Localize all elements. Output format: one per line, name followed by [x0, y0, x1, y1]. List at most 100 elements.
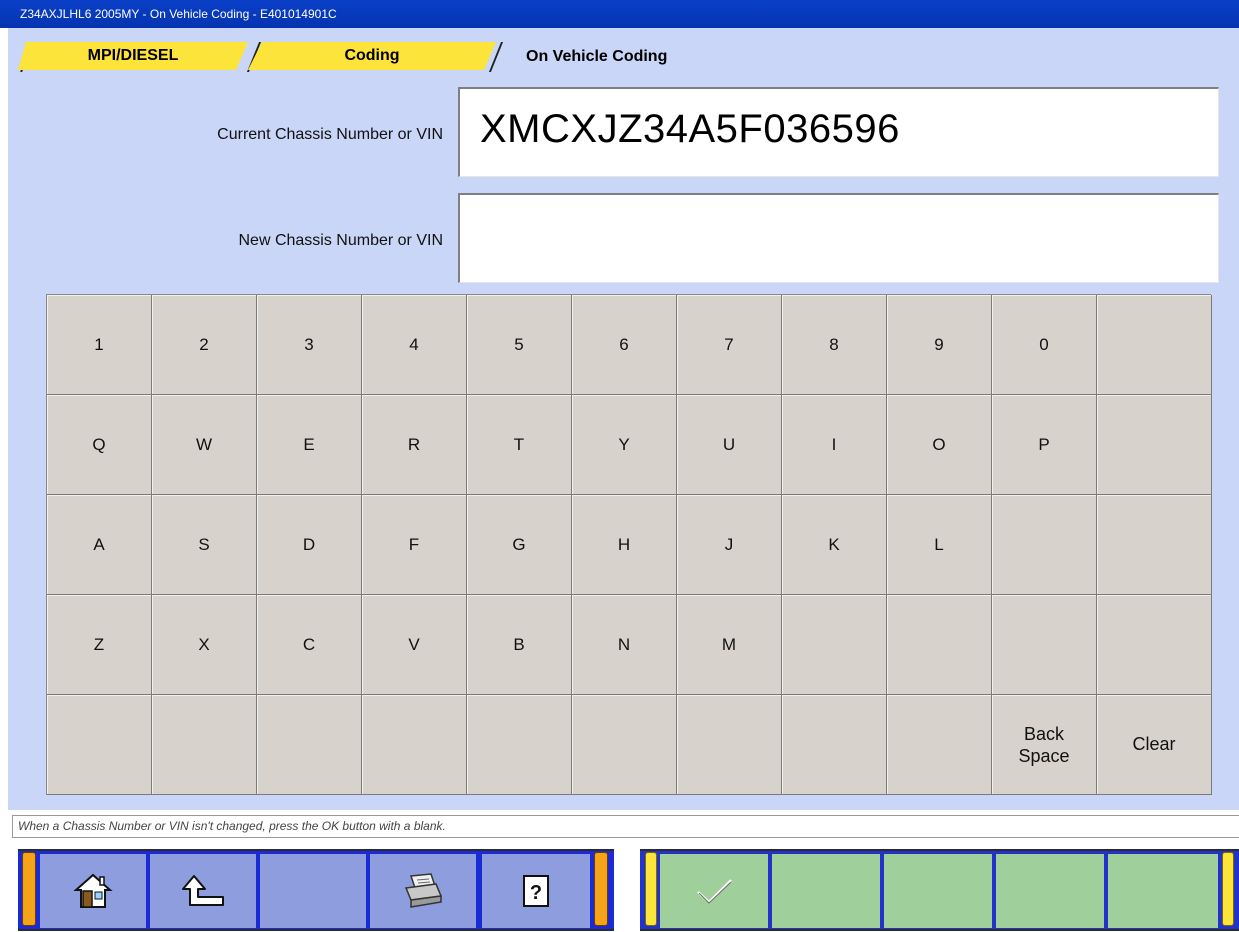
key-q[interactable]: Q: [47, 395, 152, 495]
home-icon: [73, 871, 113, 911]
svg-text:?: ?: [530, 882, 542, 904]
new-vin-input[interactable]: [458, 193, 1219, 283]
key-6[interactable]: 6: [572, 295, 677, 395]
key-blank[interactable]: [887, 595, 992, 695]
title-screen: On Vehicle Coding: [149, 7, 250, 21]
key-label: N: [617, 634, 631, 654]
key-blank[interactable]: [572, 695, 677, 795]
key-blank[interactable]: [992, 495, 1097, 595]
function-button-3[interactable]: [884, 854, 994, 928]
key-s[interactable]: S: [152, 495, 257, 595]
key-label: K: [828, 534, 840, 554]
key-c[interactable]: C: [257, 595, 362, 695]
tab-on-vehicle-coding: On Vehicle Coding: [526, 48, 668, 65]
key-5[interactable]: 5: [467, 295, 572, 395]
key-label: P: [1038, 434, 1050, 454]
new-vin-label: New Chassis Number or VIN: [238, 232, 444, 249]
key-p[interactable]: P: [992, 395, 1097, 495]
print-button[interactable]: [370, 854, 478, 928]
key-label: 3: [304, 334, 314, 354]
key-label: L: [934, 534, 944, 554]
key-blank[interactable]: [257, 695, 362, 795]
key-k[interactable]: K: [782, 495, 887, 595]
key-y[interactable]: Y: [572, 395, 677, 495]
key-w[interactable]: W: [152, 395, 257, 495]
key-label: 9: [934, 334, 944, 354]
title-model: Z34AXJLHL6 2005MY: [20, 7, 140, 21]
key-blank[interactable]: [362, 695, 467, 795]
key-blank[interactable]: [1097, 595, 1212, 695]
key-blank[interactable]: [467, 695, 572, 795]
key-label: R: [407, 434, 421, 454]
key-blank[interactable]: [1097, 295, 1212, 395]
current-vin-value: XMCXJZ34A5F036596: [480, 107, 900, 151]
tab-coding[interactable]: Coding: [248, 42, 496, 70]
key-0[interactable]: 0: [992, 295, 1097, 395]
key-blank[interactable]: [152, 695, 257, 795]
toolbar-blank-button[interactable]: [260, 854, 368, 928]
key-e[interactable]: E: [257, 395, 362, 495]
printer-icon: [403, 872, 443, 910]
key-label: X: [198, 634, 210, 654]
on-screen-keypad: 1 2 3 4 5 6 7 8 9 0 Q W E R T Y U I O P A S D F G H J K L Z X C V B N M Back…: [46, 294, 1212, 795]
key-g[interactable]: G: [467, 495, 572, 595]
key-label: Q: [92, 434, 106, 454]
key-v[interactable]: V: [362, 595, 467, 695]
key-8[interactable]: 8: [782, 295, 887, 395]
key-i[interactable]: I: [782, 395, 887, 495]
current-vin-label: Current Chassis Number or VIN: [217, 126, 443, 143]
toolbar-cap: [594, 852, 608, 926]
key-o[interactable]: O: [887, 395, 992, 495]
key-b[interactable]: B: [467, 595, 572, 695]
title-ecu-code: E401014901C: [259, 7, 337, 21]
help-button[interactable]: ?: [482, 854, 592, 928]
key-blank[interactable]: [677, 695, 782, 795]
function-button-2[interactable]: [772, 854, 882, 928]
key-9[interactable]: 9: [887, 295, 992, 395]
key-blank[interactable]: [1097, 495, 1212, 595]
home-button[interactable]: [40, 854, 148, 928]
key-label: 2: [199, 334, 209, 354]
clear-key[interactable]: Clear: [1097, 695, 1212, 795]
key-label: 0: [1039, 334, 1049, 354]
breadcrumb: MPI/DIESEL Coding On Vehicle Coding: [8, 42, 1239, 72]
key-m[interactable]: M: [677, 595, 782, 695]
key-label: W: [195, 434, 213, 454]
checkmark-icon: [694, 876, 734, 906]
key-7[interactable]: 7: [677, 295, 782, 395]
key-f[interactable]: F: [362, 495, 467, 595]
key-1[interactable]: 1: [47, 295, 152, 395]
key-l[interactable]: L: [887, 495, 992, 595]
key-4[interactable]: 4: [362, 295, 467, 395]
key-blank[interactable]: [47, 695, 152, 795]
function-button-4[interactable]: [996, 854, 1106, 928]
toolbar-cap: [22, 852, 36, 926]
tab-mpi-diesel[interactable]: MPI/DIESEL: [18, 42, 248, 70]
key-label: S: [198, 534, 210, 554]
key-z[interactable]: Z: [47, 595, 152, 695]
key-n[interactable]: N: [572, 595, 677, 695]
key-x[interactable]: X: [152, 595, 257, 695]
key-blank[interactable]: [782, 695, 887, 795]
key-label: 5: [514, 334, 524, 354]
key-blank[interactable]: [1097, 395, 1212, 495]
key-j[interactable]: J: [677, 495, 782, 595]
toolbar-cap: [645, 852, 657, 926]
key-h[interactable]: H: [572, 495, 677, 595]
key-2[interactable]: 2: [152, 295, 257, 395]
key-blank[interactable]: [992, 595, 1097, 695]
back-arrow-icon: [180, 873, 226, 909]
function-button-5[interactable]: [1108, 854, 1220, 928]
key-t[interactable]: T: [467, 395, 572, 495]
key-blank[interactable]: [782, 595, 887, 695]
backspace-key[interactable]: Back Space: [992, 695, 1097, 795]
title-sep-1: -: [139, 7, 150, 21]
key-a[interactable]: A: [47, 495, 152, 595]
key-u[interactable]: U: [677, 395, 782, 495]
key-3[interactable]: 3: [257, 295, 362, 395]
key-r[interactable]: R: [362, 395, 467, 495]
key-blank[interactable]: [887, 695, 992, 795]
back-button[interactable]: [150, 854, 258, 928]
key-d[interactable]: D: [257, 495, 362, 595]
ok-button[interactable]: [660, 854, 770, 928]
